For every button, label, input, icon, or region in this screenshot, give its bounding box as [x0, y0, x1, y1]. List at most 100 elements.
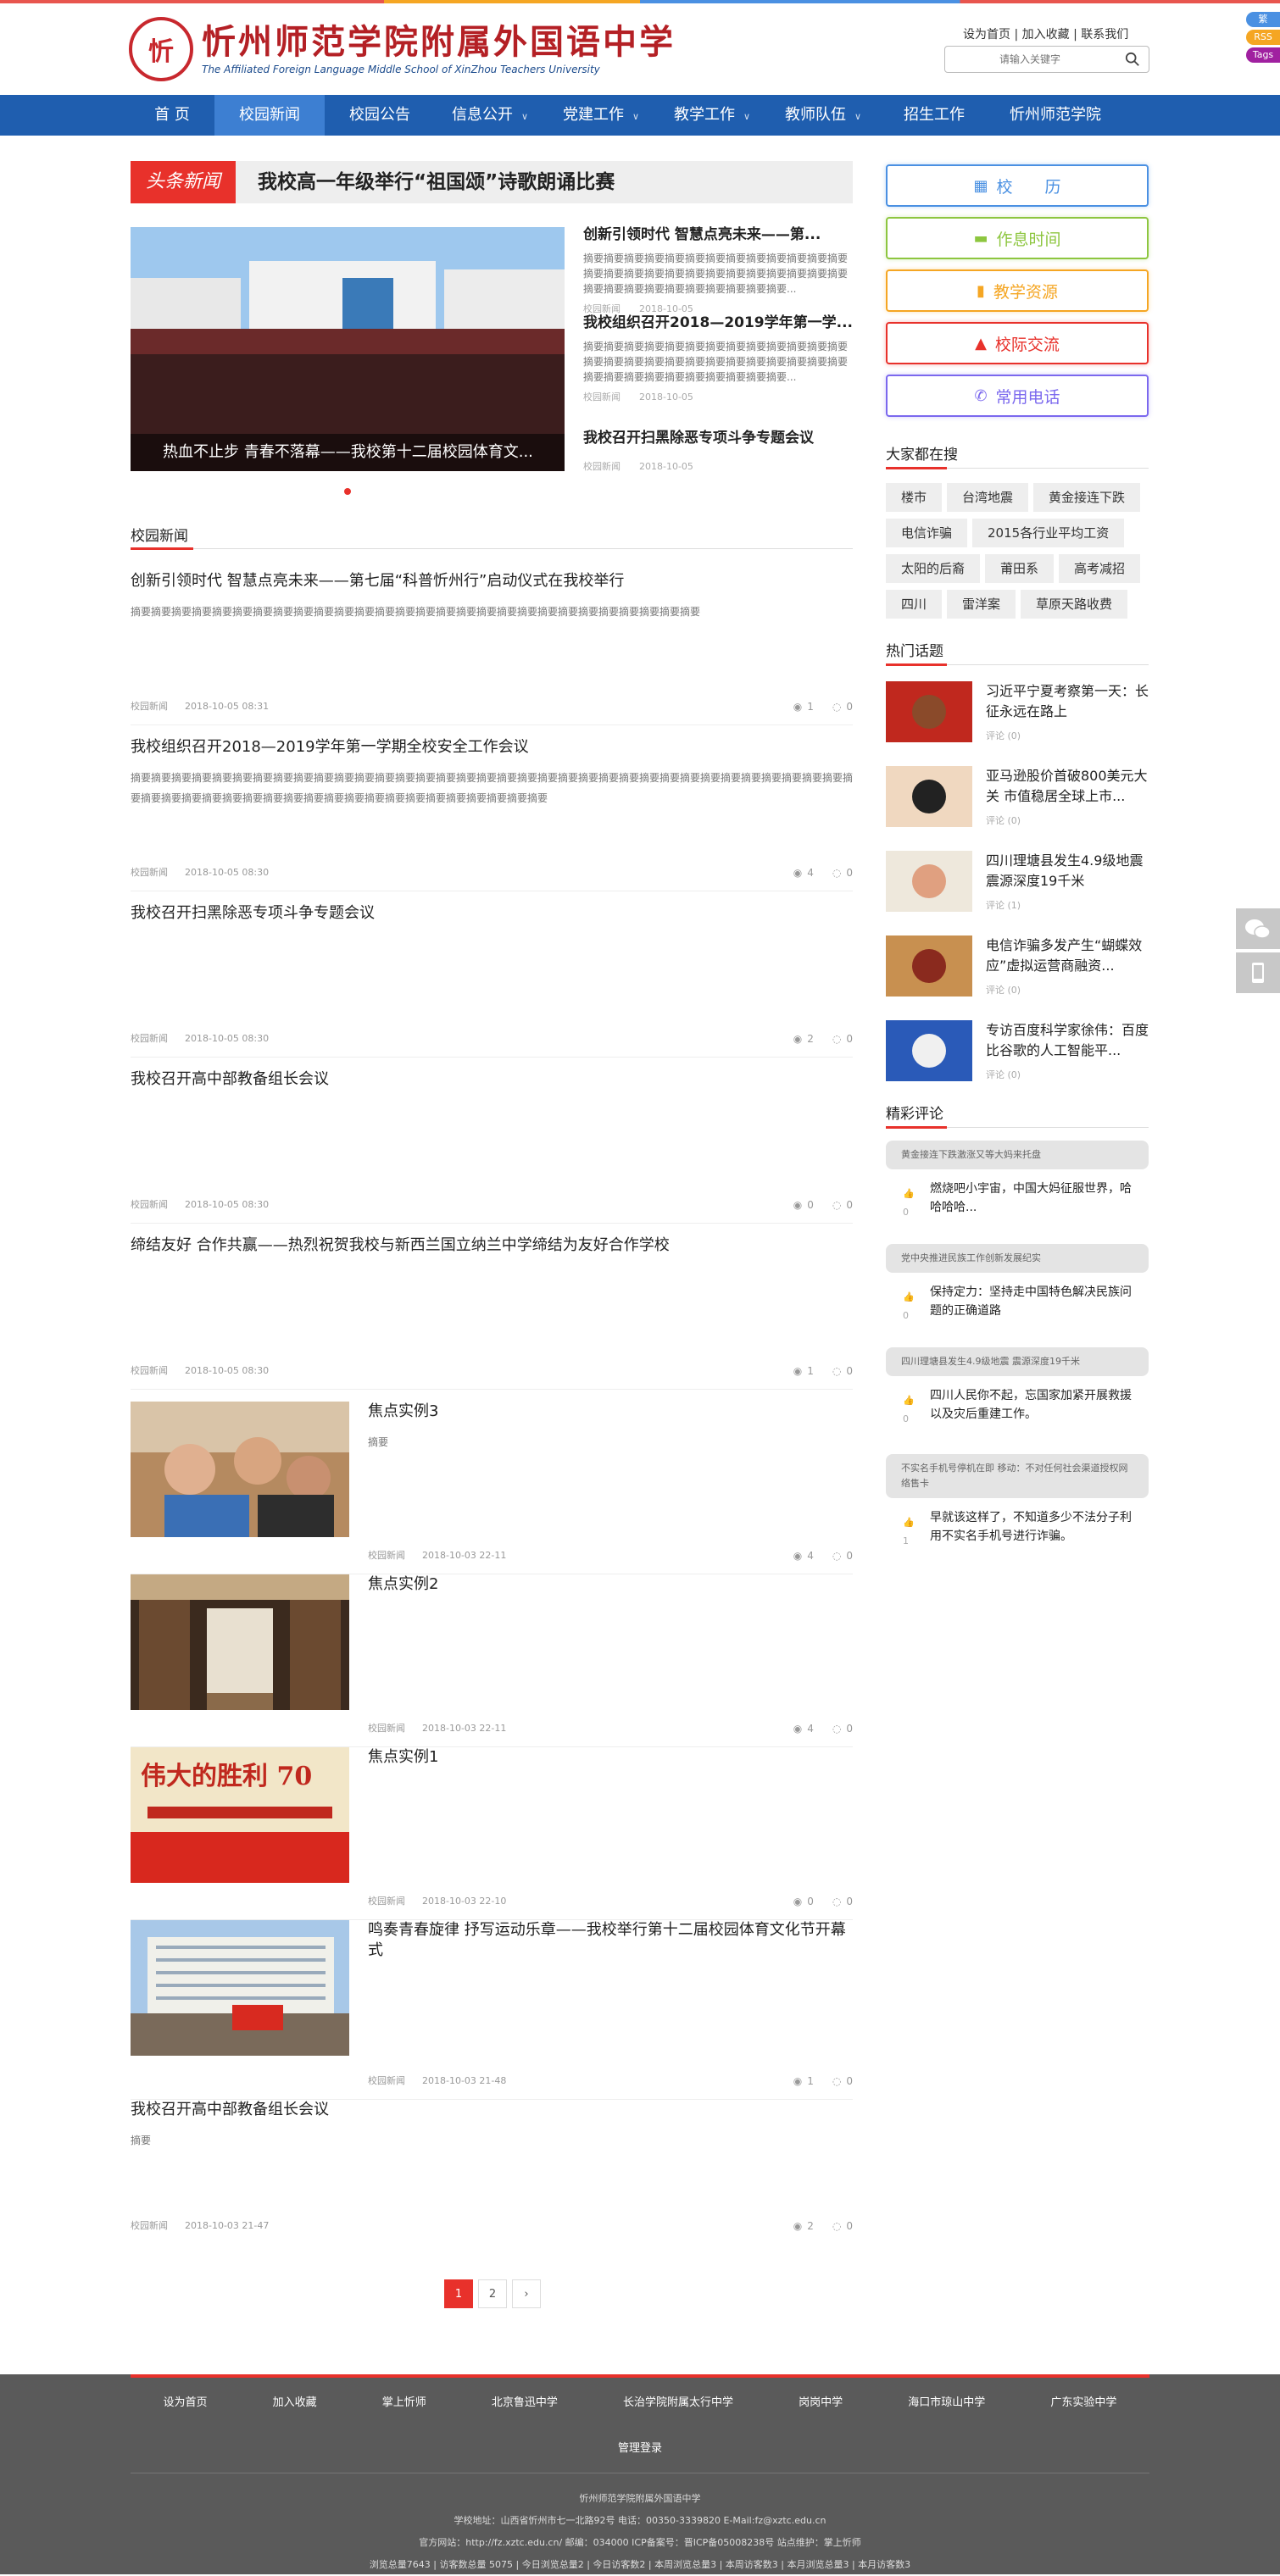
news-thumbnail[interactable] [131, 1920, 349, 2056]
news-thumbnail[interactable] [131, 1574, 349, 1710]
quick-link-button[interactable]: ✆ 常用电话 [886, 375, 1149, 417]
comment-topic[interactable]: 四川理塘县发生4.9级地震 震源深度19千米 [886, 1347, 1149, 1376]
search-tag[interactable]: 太阳的后裔 [886, 554, 981, 583]
search-tag[interactable]: 2015各行业平均工资 [972, 519, 1125, 547]
search-input[interactable] [945, 47, 1115, 72]
picture-news-item[interactable]: 焦点实例2 校园新闻 2018-10-03 22-11 ◉ 4 ◌ 0 [131, 1574, 853, 1747]
search-icon[interactable] [1125, 52, 1140, 67]
slider-dot-active[interactable] [344, 488, 351, 495]
next-page-button[interactable]: › [512, 2279, 541, 2308]
news-thumbnail[interactable] [131, 1402, 349, 1537]
footer-link[interactable]: 加入收藏 [273, 2393, 317, 2409]
footer-link[interactable]: 北京鲁迅中学 [492, 2393, 558, 2409]
contact-us-link[interactable]: 联系我们 [1081, 28, 1128, 42]
footer-link[interactable]: 设为首页 [164, 2393, 208, 2409]
news-item[interactable]: 我校召开扫黑除恶专项斗争专题会议 校园新闻 2018-10-05 08:30 ◉ 2 ◌ 0 [131, 903, 853, 1058]
nav-item[interactable]: 教学工作 ∨ [657, 95, 767, 136]
nav-item[interactable]: 首 页 [130, 95, 214, 136]
search-tag[interactable]: 黄金接连下跌 [1033, 483, 1141, 512]
site-logo[interactable]: 忻 忻州师范学院附属外国语中学 The Affiliated Foreign L… [129, 17, 676, 81]
featured-item[interactable]: 我校召开扫黑除恶专项斗争专题会议 校园新闻 2018-10-05 [583, 429, 853, 473]
admin-login-link[interactable]: 管理登录 [0, 2439, 1280, 2455]
news-title[interactable]: 我校召开高中部教备组长会议 [131, 2100, 853, 2120]
news-thumbnail[interactable]: 伟大的胜利 70 [131, 1747, 349, 1883]
hot-topic-title[interactable]: 亚马逊股价首破800美元大关 市值稳居全球上市... [986, 766, 1149, 807]
wechat-float-button[interactable] [1236, 908, 1280, 949]
search-tag[interactable]: 电信诈骗 [886, 519, 968, 547]
featured-title[interactable]: 创新引领时代 智慧点亮未来——第... [583, 225, 853, 244]
featured-item[interactable]: 我校组织召开2018—2019学年第一学... 摘要摘要摘要摘要摘要摘要摘要摘要… [583, 314, 853, 403]
nav-item[interactable]: 招生工作 [879, 95, 989, 136]
footer-link[interactable]: 长治学院附属太行中学 [623, 2393, 733, 2409]
page-2-button[interactable]: 2 [478, 2279, 507, 2308]
nav-item[interactable]: 校园新闻 [214, 95, 325, 136]
search-tag[interactable]: 莆田系 [985, 554, 1055, 583]
footer-link[interactable]: 掌上忻师 [382, 2393, 426, 2409]
footer-link[interactable]: 岗岗中学 [799, 2393, 843, 2409]
like-count[interactable]: 👍 0 [903, 1288, 915, 1325]
comment-topic[interactable]: 不实名手机号停机在即 移动：不对任何社会渠道授权网络售卡 [886, 1454, 1149, 1498]
picture-news-item[interactable]: 伟大的胜利 70 焦点实例1 校园新闻 2018-10-03 22-10 ◉ 0 ◌ 0 [131, 1747, 853, 1920]
news-item[interactable]: 我校组织召开2018—2019学年第一学期全校安全工作会议 摘要摘要摘要摘要摘要摘… [131, 737, 853, 891]
add-favorite-link[interactable]: 加入收藏 [1022, 28, 1070, 42]
search-tag[interactable]: 楼市 [886, 483, 943, 512]
hot-topic-item[interactable]: 四川理塘县发生4.9级地震 震源深度19千米 评论 (1) [886, 851, 1149, 919]
nav-item[interactable]: 教师队伍 ∨ [767, 95, 879, 136]
like-count[interactable]: 👍 0 [903, 1185, 915, 1222]
news-item[interactable]: 缔结友好 合作共赢——热烈祝贺我校与新西兰国立纳兰中学缔结为友好合作学校 校园新闻… [131, 1235, 853, 1390]
news-title[interactable]: 我校组织召开2018—2019学年第一学期全校安全工作会议 [131, 737, 853, 758]
hot-topic-title[interactable]: 习近平宁夏考察第一天：长征永远在路上 [986, 681, 1149, 722]
set-homepage-link[interactable]: 设为首页 [963, 28, 1010, 42]
featured-item[interactable]: 创新引领时代 智慧点亮未来——第... 摘要摘要摘要摘要摘要摘要摘要摘要摘要摘要… [583, 225, 853, 315]
news-item[interactable]: 创新引领时代 智慧点亮未来——第七届“科普忻州行”启动仪式在我校举行 摘要摘要摘要… [131, 571, 853, 725]
hot-topic-thumbnail[interactable] [886, 766, 972, 827]
search-tag[interactable]: 雷洋案 [947, 590, 1016, 619]
page-1-button[interactable]: 1 [444, 2279, 473, 2308]
quick-link-button[interactable]: ▬ 作息时间 [886, 217, 1149, 259]
hot-topic-item[interactable]: 习近平宁夏考察第一天：长征永远在路上 评论 (0) [886, 681, 1149, 749]
picture-news-item[interactable]: 焦点实例3 摘要 校园新闻 2018-10-03 22-11 ◉ 4 ◌ 0 [131, 1402, 853, 1574]
comment-topic[interactable]: 党中央推进民族工作创新发展纪实 [886, 1244, 1149, 1273]
news-title[interactable]: 创新引领时代 智慧点亮未来——第七届“科普忻州行”启动仪式在我校举行 [131, 571, 853, 591]
traditional-chinese-badge[interactable]: 繁 [1246, 12, 1280, 27]
news-title[interactable]: 我校召开高中部教备组长会议 [131, 1069, 853, 1090]
headline-title[interactable]: 我校高一年级举行“祖国颂”诗歌朗诵比赛 [258, 161, 615, 203]
comment-topic[interactable]: 黄金接连下跌激涨又等大妈来托盘 [886, 1141, 1149, 1169]
nav-item[interactable]: 党建工作 ∨ [545, 95, 657, 136]
hot-topic-item[interactable]: 亚马逊股价首破800美元大关 市值稳居全球上市... 评论 (0) [886, 766, 1149, 834]
footer-link[interactable]: 广东实验中学 [1050, 2393, 1116, 2409]
news-item[interactable]: 我校召开高中部教备组长会议 摘要 校园新闻 2018-10-03 21-47 ◉ 2 ◌ 0 [131, 2100, 853, 2244]
search-tag[interactable]: 高考减招 [1059, 554, 1141, 583]
picture-news-item[interactable]: 鸣奏青春旋律 抒写运动乐章——我校举行第十二届校园体育文化节开幕式 校园新闻 201… [131, 1920, 853, 2100]
nav-item[interactable]: 校园公告 [325, 95, 435, 136]
nav-item[interactable]: 信息公开 ∨ [435, 95, 545, 136]
featured-title[interactable]: 我校组织召开2018—2019学年第一学... [583, 314, 853, 332]
hot-topic-thumbnail[interactable] [886, 681, 972, 742]
news-title[interactable]: 缔结友好 合作共赢——热烈祝贺我校与新西兰国立纳兰中学缔结为友好合作学校 [131, 1235, 853, 1256]
quick-link-button[interactable]: ▮ 教学资源 [886, 269, 1149, 312]
search-tag[interactable]: 四川 [886, 590, 943, 619]
hot-topic-item[interactable]: 专访百度科学家徐伟：百度比谷歌的人工智能平... 评论 (0) [886, 1020, 1149, 1088]
rss-badge[interactable]: RSS [1246, 30, 1280, 45]
hot-topic-title[interactable]: 电信诈骗多发产生“蝴蝶效应”虚拟运营商融资... [986, 935, 1149, 976]
hot-topic-thumbnail[interactable] [886, 851, 972, 912]
hot-topic-title[interactable]: 专访百度科学家徐伟：百度比谷歌的人工智能平... [986, 1020, 1149, 1061]
news-item[interactable]: 我校召开高中部教备组长会议 校园新闻 2018-10-05 08:30 ◉ 0 ◌ 0 [131, 1069, 853, 1224]
hot-topic-thumbnail[interactable] [886, 935, 972, 997]
hot-topic-title[interactable]: 四川理塘县发生4.9级地震 震源深度19千米 [986, 851, 1149, 891]
news-title[interactable]: 我校召开扫黑除恶专项斗争专题会议 [131, 903, 853, 924]
quick-link-button[interactable]: ▲ 校际交流 [886, 322, 1149, 364]
news-title[interactable]: 焦点实例1 [368, 1747, 853, 1768]
featured-title[interactable]: 我校召开扫黑除恶专项斗争专题会议 [583, 429, 853, 447]
slide-caption[interactable]: 热血不止步 青春不落幕——我校第十二届校园体育文... [131, 434, 565, 471]
like-count[interactable]: 👍 1 [903, 1513, 915, 1551]
news-title[interactable]: 鸣奏青春旋律 抒写运动乐章——我校举行第十二届校园体育文化节开幕式 [368, 1920, 853, 1961]
footer-link[interactable]: 海口市琼山中学 [908, 2393, 985, 2409]
image-slider[interactable]: 热血不止步 青春不落幕——我校第十二届校园体育文... [131, 227, 565, 471]
nav-item[interactable]: 忻州师范学院 [989, 95, 1121, 136]
news-title[interactable]: 焦点实例3 [368, 1402, 853, 1422]
search-tag[interactable]: 台湾地震 [947, 483, 1029, 512]
quick-link-button[interactable]: ▦ 校 历 [886, 164, 1149, 207]
tags-badge[interactable]: Tags [1246, 47, 1280, 63]
mobile-float-button[interactable] [1236, 952, 1280, 993]
